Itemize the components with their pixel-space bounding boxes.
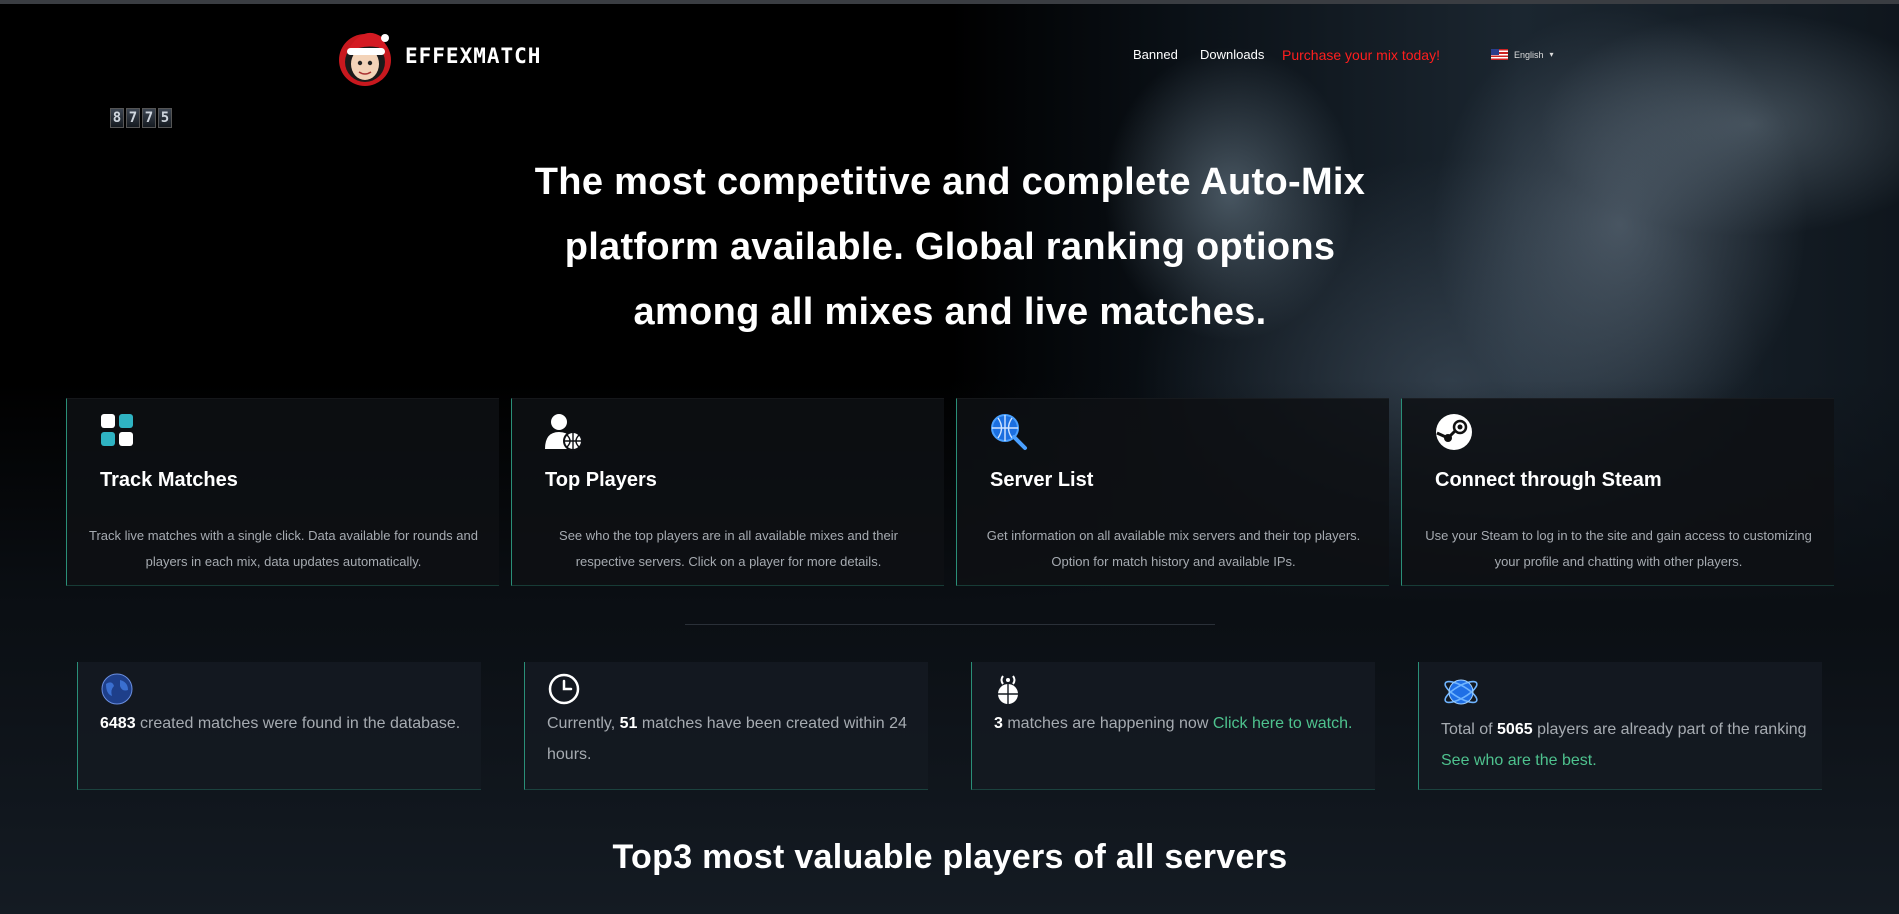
feature-description: Get information on all available mix ser…	[986, 528, 1361, 569]
feature-title: Server List	[990, 469, 1094, 491]
stat-value: 6483	[100, 715, 136, 732]
feature-card-server-list[interactable]: Server List Get information on all avail…	[956, 398, 1389, 586]
language-selector[interactable]: English ▾	[1491, 49, 1554, 60]
features-row: Track Matches Track live matches with a …	[66, 398, 1834, 586]
stat-card-live-matches: 3 matches are happening now Click here t…	[971, 662, 1375, 790]
counter-digit: 8	[110, 108, 124, 128]
counter-digit: 7	[126, 108, 140, 128]
nav-downloads-link[interactable]: Downloads	[1200, 47, 1264, 62]
stat-text: 3 matches are happening now Click here t…	[994, 715, 1353, 732]
santa-avatar-logo-icon	[337, 24, 393, 88]
feature-description: See who the top players are in all avail…	[559, 528, 898, 569]
feature-title: Connect through Steam	[1435, 469, 1662, 491]
feature-title: Top Players	[545, 469, 657, 491]
stat-text: Currently, 51 matches have been created …	[547, 715, 907, 763]
counter-digit: 7	[142, 108, 156, 128]
stat-text: 6483 created matches were found in the d…	[100, 715, 461, 732]
nav-purchase-link[interactable]: Purchase your mix today!	[1282, 47, 1440, 63]
steam-icon	[1435, 413, 1473, 451]
dashboard-icon	[100, 413, 138, 451]
stat-card-recent-matches: Currently, 51 matches have been created …	[524, 662, 928, 790]
ranking-link[interactable]: See who are the best.	[1441, 752, 1597, 769]
top3-section-title: Top3 most valuable players of all server…	[612, 838, 1288, 876]
stat-value: 51	[619, 715, 638, 732]
us-flag-icon	[1491, 49, 1508, 60]
stat-card-created-matches: 6483 created matches were found in the d…	[77, 662, 481, 790]
hero-headline: The most competitive and complete Auto-M…	[534, 161, 1366, 333]
language-label: English	[1514, 49, 1544, 60]
watch-link[interactable]: Click here to watch.	[1213, 715, 1353, 732]
stat-card-total-players: Total of 5065 players are already part o…	[1418, 662, 1822, 790]
user-globe-icon	[545, 413, 583, 451]
feature-description: Use your Steam to log in to the site and…	[1425, 528, 1812, 569]
logo-text: EFFEXMATCH	[405, 44, 542, 68]
clock-icon	[547, 672, 581, 706]
stats-row: 6483 created matches were found in the d…	[77, 662, 1823, 792]
feature-card-steam[interactable]: Connect through Steam Use your Steam to …	[1401, 398, 1834, 586]
chevron-down-icon: ▾	[1549, 50, 1554, 59]
stat-value: 3	[994, 715, 1003, 732]
globe-search-icon	[990, 413, 1028, 451]
section-divider	[685, 624, 1215, 625]
feature-title: Track Matches	[100, 469, 238, 491]
broadcast-globe-icon	[994, 672, 1028, 706]
visitor-counter: 8 7 7 5	[110, 108, 172, 128]
feature-card-track-matches[interactable]: Track Matches Track live matches with a …	[66, 398, 499, 586]
atom-globe-icon	[1441, 672, 1478, 706]
site-logo[interactable]: EFFEXMATCH	[337, 24, 541, 88]
feature-description: Track live matches with a single click. …	[89, 528, 478, 569]
nav-banned-link[interactable]: Banned	[1133, 47, 1178, 62]
stat-text: Total of 5065 players are already part o…	[1441, 721, 1807, 769]
counter-digit: 5	[158, 108, 172, 128]
feature-card-top-players[interactable]: Top Players See who the top players are …	[511, 398, 944, 586]
earth-icon	[100, 672, 134, 706]
stat-value: 5065	[1497, 721, 1533, 738]
